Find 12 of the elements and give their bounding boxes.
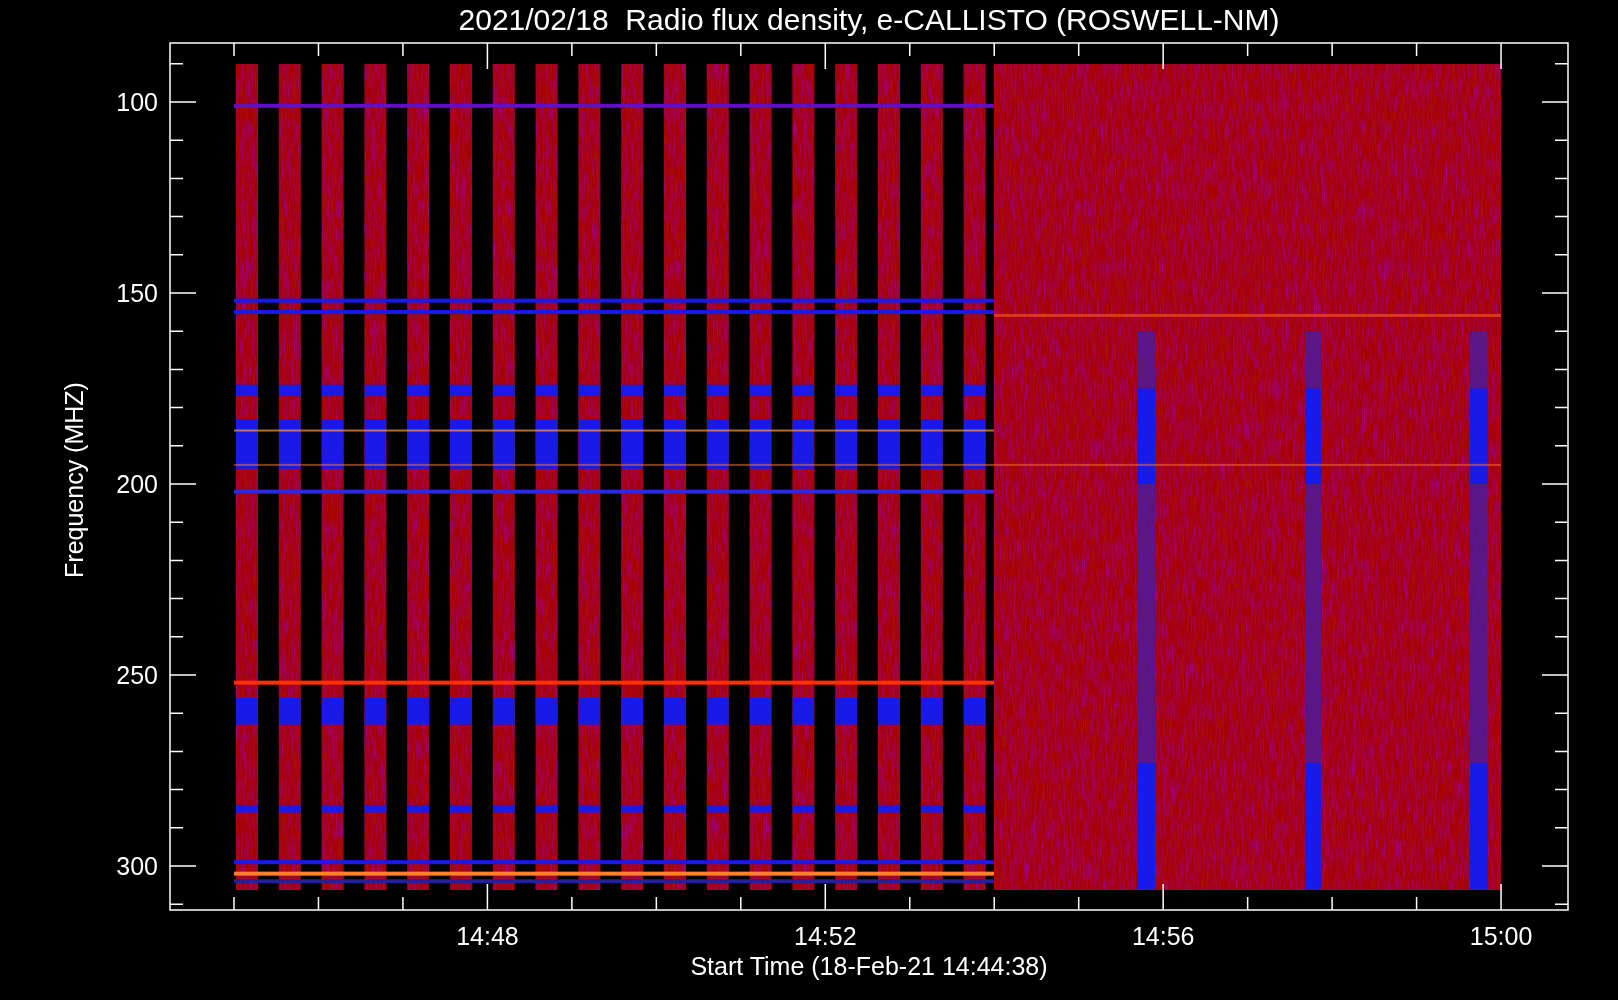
tick-label: 250	[116, 661, 158, 689]
tick-label: 150	[116, 279, 158, 307]
plot-title: 2021/02/18 Radio flux density, e-CALLISTO (ROSWELL-NM)	[458, 3, 1280, 36]
axis-label: Start Time (18-Feb-21 14:44:38)	[690, 952, 1048, 980]
tick-label: 14:56	[1131, 922, 1195, 950]
tick-label: 300	[116, 852, 158, 880]
tick-label: 100	[116, 88, 158, 116]
axis-label: Frequency (MHZ)	[60, 382, 88, 578]
tick-label: 15:00	[1469, 922, 1533, 950]
tick-label: 14:52	[794, 922, 857, 950]
tick-label: 200	[116, 470, 158, 498]
tick-label: 14:48	[456, 922, 519, 950]
